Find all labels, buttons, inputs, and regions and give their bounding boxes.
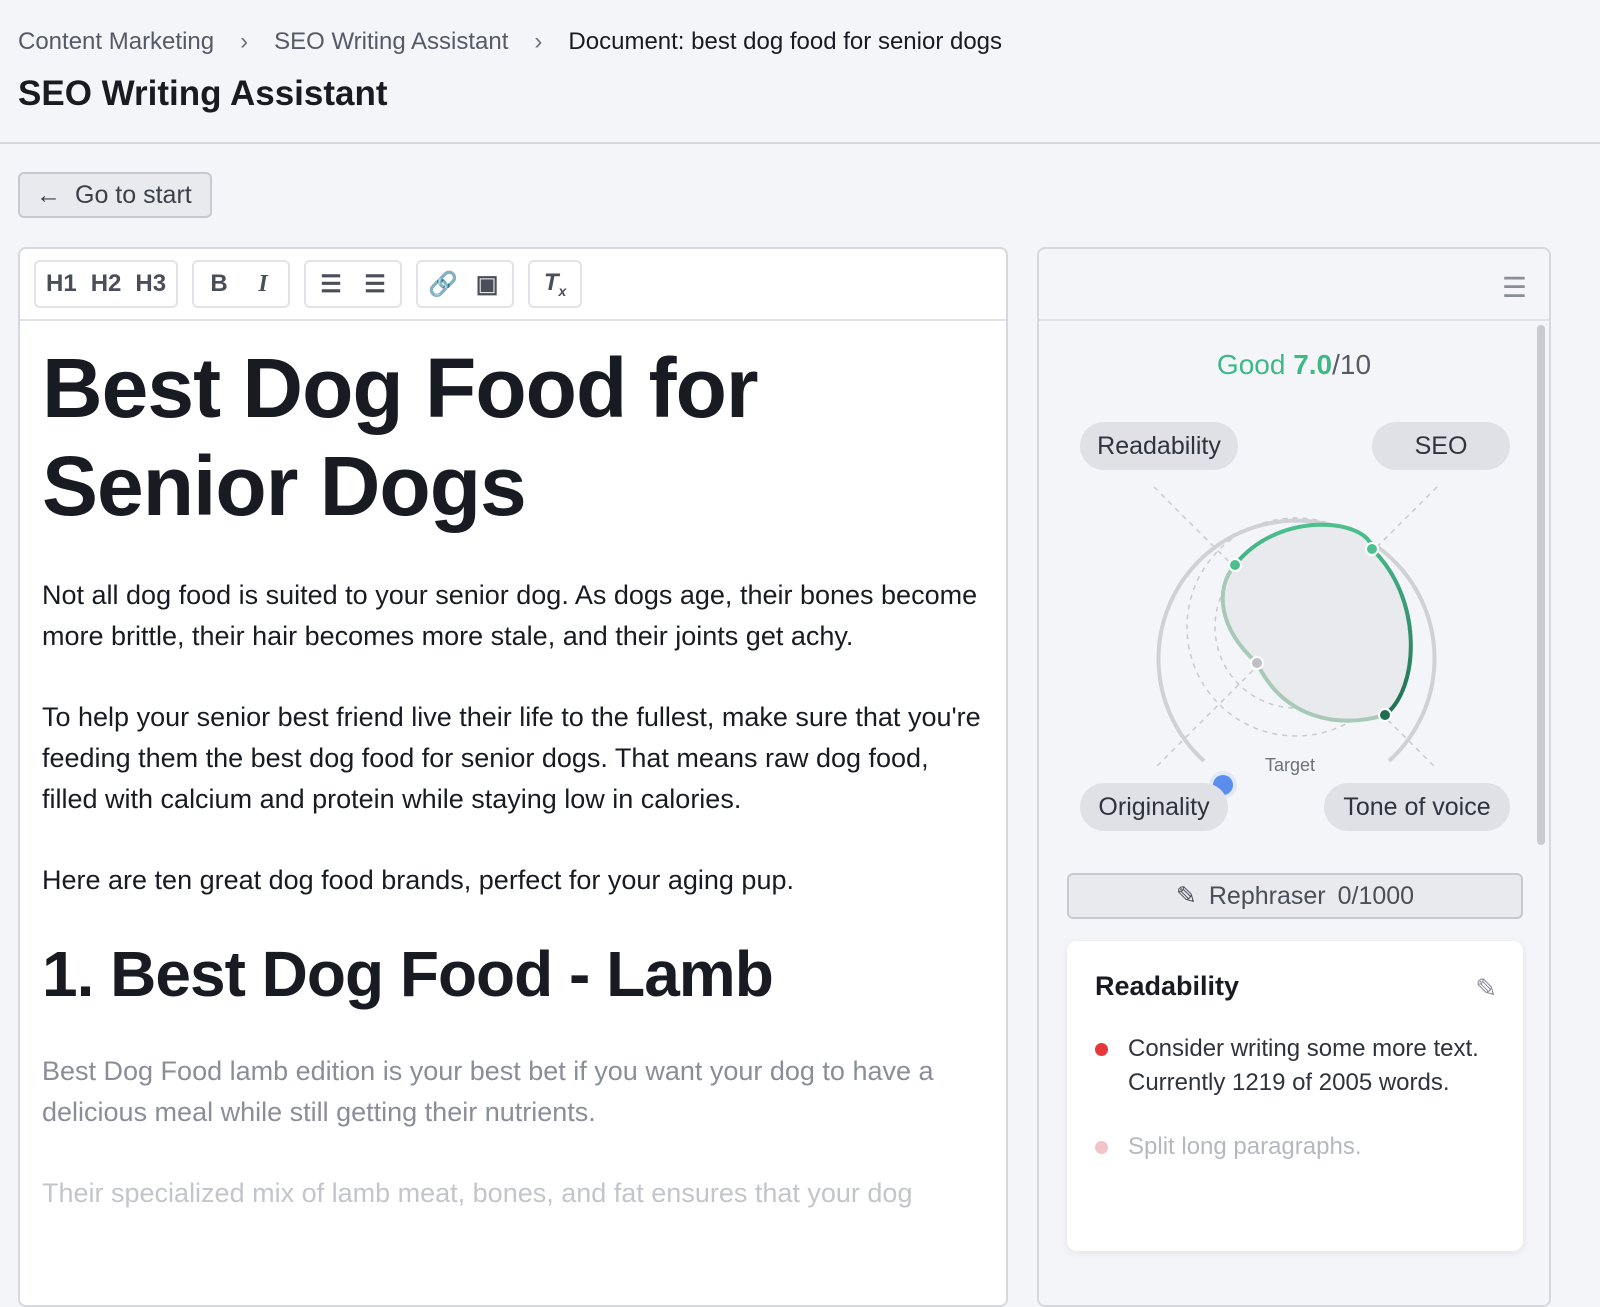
readability-axis-button[interactable]: Readability: [1080, 422, 1238, 470]
issue-item[interactable]: Consider writing some more text. Current…: [1095, 1032, 1495, 1100]
error-dot-icon: [1095, 1043, 1108, 1056]
readability-card: Readability ✎ Consider writing some more…: [1067, 941, 1523, 1251]
chevron-right-icon: ›: [534, 28, 543, 55]
paragraph: Best Dog Food lamb edition is your best …: [42, 1056, 934, 1127]
card-title: Readability: [1095, 971, 1240, 1001]
breadcrumb-seo-writing-assistant[interactable]: SEO Writing Assistant: [274, 28, 508, 56]
ordered-list-icon[interactable]: ☰: [316, 270, 346, 299]
editor: H1 H2 H3 B I ☰ ☰ 🔗 ▣ Tx Best Dog Food fo…: [18, 247, 1008, 1307]
target-label: Target: [1265, 755, 1316, 775]
rephraser-label: Rephraser: [1208, 881, 1326, 910]
originality-axis-button[interactable]: Originality: [1080, 783, 1228, 831]
heading3-button[interactable]: H3: [135, 270, 166, 298]
document-title: Best Dog Food for Senior Dogs: [42, 341, 759, 533]
issue-item[interactable]: Split long paragraphs.: [1095, 1130, 1495, 1164]
heading1-button[interactable]: H1: [46, 270, 77, 298]
heading2-button[interactable]: H2: [91, 270, 122, 298]
link-icon[interactable]: 🔗: [428, 270, 458, 299]
breadcrumb-current: Document: best dog food for senior dogs: [568, 28, 1003, 55]
italic-button[interactable]: I: [248, 271, 278, 298]
rephraser-count: 0/1000: [1337, 881, 1415, 910]
issue-text: Split long paragraphs.: [1128, 1133, 1362, 1160]
go-to-start-button[interactable]: ← Go to start: [18, 172, 212, 218]
editor-content[interactable]: Best Dog Food for Senior Dogs Not all do…: [20, 321, 1006, 1232]
paragraph: Their specialized mix of lamb meat, bone…: [42, 1178, 913, 1208]
go-to-start-label: Go to start: [75, 180, 192, 209]
score-radar: [1153, 486, 1438, 799]
arrow-left-icon: ←: [36, 180, 61, 209]
rephraser-button[interactable]: ✎ Rephraser 0/1000: [1067, 873, 1523, 919]
tone-of-voice-axis-button[interactable]: Tone of voice: [1324, 783, 1510, 831]
seo-axis-button[interactable]: SEO: [1372, 422, 1510, 470]
bold-button[interactable]: B: [204, 270, 234, 298]
page-title: SEO Writing Assistant: [18, 74, 388, 113]
page-header: Content Marketing › SEO Writing Assistan…: [0, 0, 1600, 144]
clear-format-icon[interactable]: Tx: [540, 269, 570, 299]
breadcrumb: Content Marketing › SEO Writing Assistan…: [18, 28, 1002, 56]
paragraph: Not all dog food is suited to your senio…: [42, 580, 978, 651]
pencil-icon[interactable]: ✎: [1475, 973, 1497, 1004]
paragraph: Here are ten great dog food brands, perf…: [42, 865, 794, 895]
bullet-list-icon[interactable]: ☰: [360, 270, 390, 299]
magic-wand-icon: ✎: [1175, 882, 1197, 910]
assistant-panel: ☰ Good 7.0/10 Target Readability SEO Ori…: [1037, 247, 1551, 1307]
chevron-right-icon: ›: [240, 28, 249, 55]
paragraph: To help your senior best friend live the…: [42, 702, 981, 814]
section-heading: 1. Best Dog Food - Lamb: [42, 938, 774, 1010]
breadcrumb-content-marketing[interactable]: Content Marketing: [18, 28, 214, 56]
editor-toolbar: H1 H2 H3 B I ☰ ☰ 🔗 ▣ Tx: [20, 249, 1006, 321]
image-icon[interactable]: ▣: [472, 270, 502, 299]
error-dot-icon: [1095, 1141, 1108, 1154]
issue-text: Consider writing some more text. Current…: [1128, 1035, 1479, 1096]
